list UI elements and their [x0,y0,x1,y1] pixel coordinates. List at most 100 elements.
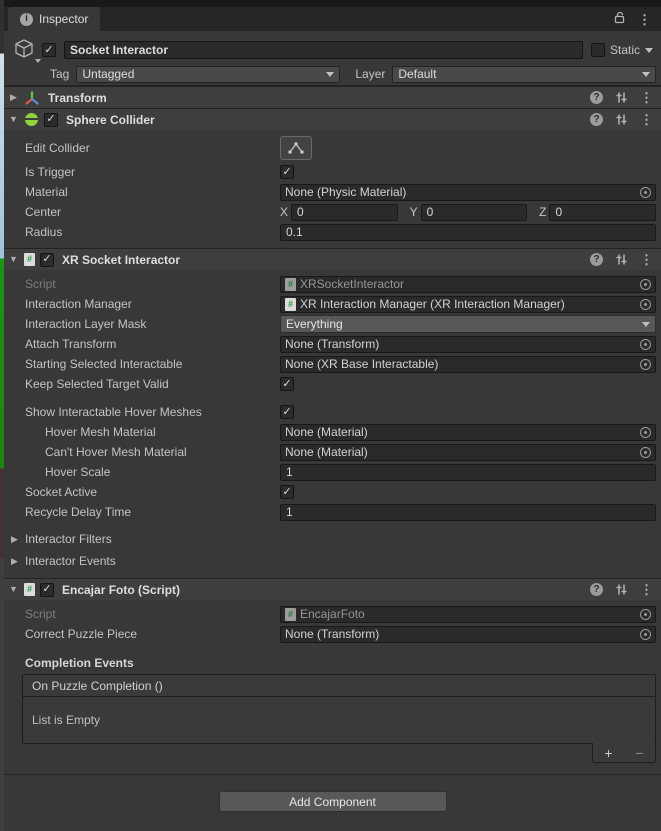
interactor-filters-label: Interactor Filters [25,532,112,546]
presets-icon[interactable] [615,583,628,596]
center-y-input[interactable] [421,204,528,221]
interactor-events-foldout[interactable]: ▶ Interactor Events [4,550,661,572]
hover-mesh-material-label: Hover Mesh Material [45,425,280,439]
xr-socket-foldout-icon[interactable]: ▼ [8,255,19,264]
radius-input[interactable] [280,224,656,241]
active-checkbox[interactable]: ✓ [42,43,56,57]
center-label: Center [25,205,280,219]
lock-icon[interactable] [613,11,626,27]
sphere-collider-header[interactable]: ▼ ✓ Sphere Collider ? ⋮ [4,108,661,130]
hover-mesh-material-object-field[interactable]: None (Material) [280,424,656,441]
event-list-toolbar: + − [592,743,656,763]
layer-label: Layer [355,67,385,81]
component-menu-icon[interactable]: ⋮ [640,253,653,266]
script-icon: # [285,298,296,311]
component-menu-icon[interactable]: ⋮ [640,583,653,596]
transform-icon [24,90,40,106]
center-x-input[interactable] [291,204,398,221]
hover-scale-input[interactable] [280,464,656,481]
static-dropdown-arrow[interactable] [645,48,653,53]
xr-socket-header[interactable]: ▼ # ✓ XR Socket Interactor ? ⋮ [4,248,661,270]
center-z-input[interactable] [549,204,656,221]
script-icon: # [285,608,296,621]
add-event-button[interactable]: + [599,746,619,760]
material-object-field[interactable]: None (Physic Material) [280,184,656,201]
interaction-layer-mask-dropdown[interactable]: Everything [280,315,656,333]
icon-picker-arrow [35,59,41,63]
help-icon[interactable]: ? [590,113,603,126]
help-icon[interactable]: ? [590,583,603,596]
presets-icon[interactable] [615,253,628,266]
help-icon[interactable]: ? [590,91,603,104]
edit-collider-button[interactable] [280,136,312,160]
cant-hover-mesh-material-object-field[interactable]: None (Material) [280,444,656,461]
hover-scale-label: Hover Scale [45,465,280,479]
inspector-panel: i Inspector ⋮ ✓ [4,0,661,831]
starting-selected-label: Starting Selected Interactable [25,357,280,371]
completion-events-list: On Puzzle Completion () List is Empty [22,674,656,744]
object-picker-icon[interactable] [640,299,651,310]
sphere-collider-foldout-icon[interactable]: ▼ [8,115,19,124]
object-picker-icon[interactable] [640,339,651,350]
object-picker-icon[interactable] [640,609,651,620]
encajar-foto-foldout-icon[interactable]: ▼ [8,585,19,594]
sphere-collider-enabled-checkbox[interactable]: ✓ [44,113,58,127]
encajar-foto-header[interactable]: ▼ # ✓ Encajar Foto (Script) ? ⋮ [4,578,661,600]
remove-event-button[interactable]: − [630,746,650,760]
script-icon: # [285,278,296,291]
socket-active-checkbox[interactable]: ✓ [280,485,294,499]
interaction-manager-object-field[interactable]: # XR Interaction Manager (XR Interaction… [280,296,656,313]
show-hover-meshes-checkbox[interactable]: ✓ [280,405,294,419]
interactor-filters-foldout[interactable]: ▶ Interactor Filters [4,528,661,550]
cant-hover-mesh-material-label: Can't Hover Mesh Material [45,445,280,459]
dropdown-arrow [642,322,650,327]
script-icon: # [24,253,35,266]
attach-transform-label: Attach Transform [25,337,280,351]
help-icon[interactable]: ? [590,253,603,266]
static-checkbox[interactable] [591,43,605,57]
correct-puzzle-piece-object-field[interactable]: None (Transform) [280,626,656,643]
component-menu-icon[interactable]: ⋮ [640,91,653,104]
xr-socket-enabled-checkbox[interactable]: ✓ [40,253,54,267]
keep-selected-checkbox[interactable]: ✓ [280,377,294,391]
material-label: Material [25,185,280,199]
xr-socket-body: Script # XRSocketInteractor Interaction … [4,270,661,578]
recycle-delay-input[interactable] [280,504,656,521]
presets-icon[interactable] [615,113,628,126]
sphere-collider-title: Sphere Collider [66,113,155,127]
script-object-field: # XRSocketInteractor [280,276,656,293]
gameobject-icon-button[interactable] [12,37,42,63]
script-label: Script [25,277,280,291]
keep-selected-label: Keep Selected Target Valid [25,377,280,391]
static-label: Static [610,43,640,57]
object-picker-icon[interactable] [640,427,651,438]
tag-label: Tag [50,67,69,81]
tag-dropdown[interactable]: Untagged [76,66,340,83]
component-menu-icon[interactable]: ⋮ [640,113,653,126]
attach-transform-object-field[interactable]: None (Transform) [280,336,656,353]
is-trigger-checkbox[interactable]: ✓ [280,165,294,179]
object-picker-icon[interactable] [640,629,651,640]
starting-selected-object-field[interactable]: None (XR Base Interactable) [280,356,656,373]
event-title[interactable]: On Puzzle Completion () [23,675,655,697]
tab-inspector-label: Inspector [39,12,88,26]
panel-menu-icon[interactable]: ⋮ [638,13,651,26]
add-component-button[interactable]: Add Component [219,791,447,812]
object-picker-icon[interactable] [640,187,651,198]
encajar-foto-enabled-checkbox[interactable]: ✓ [40,583,54,597]
object-picker-icon[interactable] [640,279,651,290]
tab-inspector[interactable]: i Inspector [8,7,100,31]
object-picker-icon[interactable] [640,359,651,370]
transform-foldout-icon[interactable]: ▶ [8,93,19,102]
foldout-closed-icon: ▶ [9,557,20,566]
transform-title: Transform [48,91,107,105]
gameobject-name-input[interactable] [64,41,583,59]
transform-header[interactable]: ▶ Transform ? ⋮ [4,86,661,108]
encajar-foto-title: Encajar Foto (Script) [62,583,180,597]
layer-dropdown[interactable]: Default [392,66,656,83]
scene-view-sliver [0,0,4,831]
object-picker-icon[interactable] [640,447,651,458]
cube-icon [12,37,36,61]
edit-collider-icon [287,141,305,155]
presets-icon[interactable] [615,91,628,104]
